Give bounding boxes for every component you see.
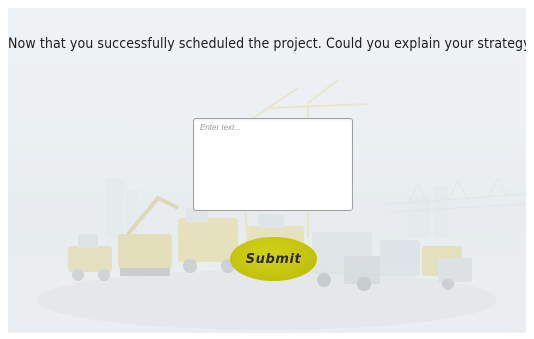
question-text: Now that you successfully scheduled the … <box>8 36 526 52</box>
submit-button[interactable]: Submit <box>230 237 317 281</box>
answer-text-area[interactable] <box>193 118 353 211</box>
question-slide: Now that you successfully scheduled the … <box>8 8 526 333</box>
